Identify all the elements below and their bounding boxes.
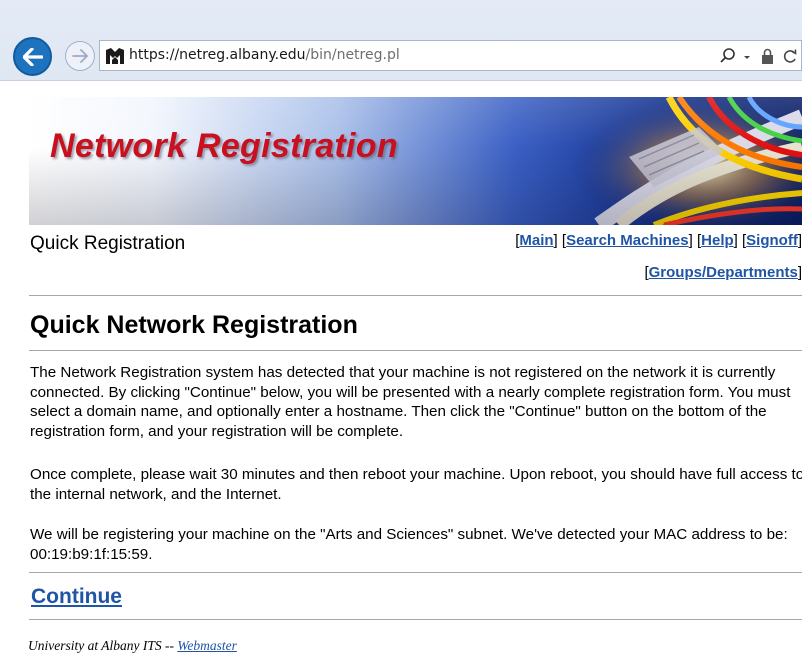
nav-bracket: ] [ [733, 232, 747, 249]
nav-link-search-machines[interactable]: Search Machines [566, 232, 689, 249]
continue-link[interactable]: Continue [31, 585, 122, 609]
secondary-nav: [Groups/Departments] [644, 264, 802, 281]
nav-bracket: ] [ [553, 232, 567, 249]
footer-org-text: University at Albany ITS -- [28, 638, 174, 653]
back-button[interactable] [13, 37, 52, 76]
footer: University at Albany ITS -- Webmaster [28, 638, 237, 654]
divider [29, 295, 802, 296]
site-favicon-icon [106, 48, 124, 64]
nav-bracket: ] [797, 264, 802, 281]
lock-icon[interactable] [760, 47, 775, 65]
page-heading: Quick Network Registration [30, 311, 358, 339]
divider [29, 350, 802, 351]
subnet-paragraph: We will be registering your machine on t… [30, 526, 788, 563]
intro-paragraph: The Network Registration system has dete… [30, 364, 791, 440]
address-bar[interactable]: https://netreg.albany.edu/bin/netreg.pl [99, 40, 802, 71]
section-label: Quick Registration [30, 233, 186, 254]
toolbar-divider [0, 80, 802, 81]
url-path: /bin/netreg.pl [305, 47, 400, 63]
forward-arrow-icon [72, 49, 88, 63]
refresh-icon[interactable] [782, 47, 798, 65]
divider [29, 619, 802, 620]
nav-bracket: ] [797, 232, 802, 249]
reboot-paragraph: Once complete, please wait 30 minutes an… [30, 466, 802, 503]
nav-link-main[interactable]: Main [519, 232, 553, 249]
banner-title: Network Registration [50, 127, 398, 165]
nav-link-signoff[interactable]: Signoff [746, 232, 798, 249]
search-icon[interactable] [719, 47, 737, 65]
url-host: https://netreg.albany.edu [129, 47, 306, 63]
url-text[interactable]: https://netreg.albany.edu/bin/netreg.pl [129, 47, 400, 63]
banner: Network Registration [29, 97, 802, 225]
nav-bracket: ] [ [688, 232, 702, 249]
nav-link-groups-departments[interactable]: Groups/Departments [649, 264, 798, 281]
browser-toolbar: https://netreg.albany.edu/bin/netreg.pl [0, 0, 802, 80]
webmaster-link[interactable]: Webmaster [177, 638, 237, 653]
dropdown-icon[interactable] [741, 47, 753, 65]
back-arrow-icon [22, 47, 43, 66]
forward-button[interactable] [65, 41, 95, 71]
address-bar-tools [719, 46, 798, 66]
top-nav: [Main] [Search Machines] [Help] [Signoff… [515, 232, 802, 249]
nav-link-help[interactable]: Help [701, 232, 734, 249]
divider [29, 572, 802, 573]
